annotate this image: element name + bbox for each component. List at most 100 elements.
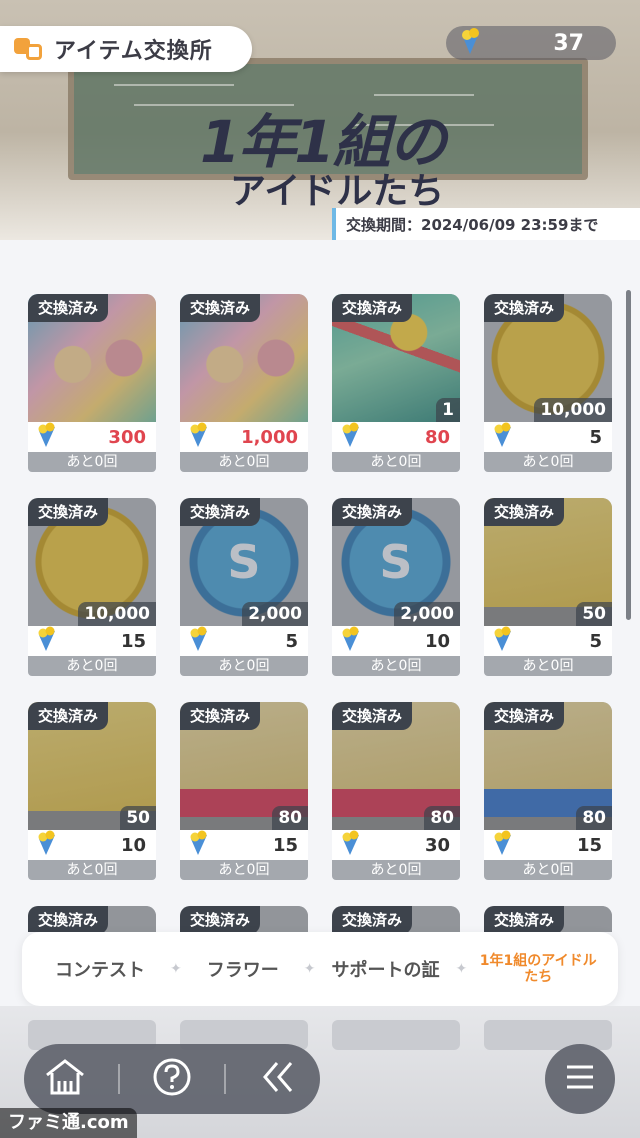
menu-button[interactable] [545, 1044, 615, 1114]
help-button[interactable] [142, 1049, 202, 1109]
exchanged-badge: 交換済み [332, 702, 413, 730]
item-image: 交換済み [180, 906, 308, 932]
item-image: 交換済み 1 [332, 294, 460, 422]
exchange-item-card[interactable]: 交換済み [180, 906, 308, 932]
exchange-item-card[interactable]: 交換済み 1 80 あと0回 [332, 294, 460, 476]
remaining-count: あと0回 [332, 860, 460, 880]
exchanged-badge: 交換済み [28, 294, 109, 322]
category-tab-bar: コンテスト ✦ フラワー ✦ サポートの証 ✦ 1年1組のアイドルたち [22, 932, 618, 1006]
item-image: 交換済み 80 [332, 702, 460, 830]
exchange-item-card[interactable]: 交換済み 80 15 あと0回 [180, 702, 308, 884]
remaining-count: あと0回 [180, 452, 308, 472]
item-price: 5 [180, 626, 308, 656]
exchanged-badge: 交換済み [332, 906, 413, 932]
ice-cream-cone-icon [340, 422, 362, 452]
ice-cream-cone-icon [340, 626, 362, 656]
exchange-item-card[interactable]: 交換済み 300 あと0回 [28, 294, 156, 476]
item-image: 交換済み [28, 294, 156, 422]
item-quantity: 50 [576, 602, 612, 626]
tab-1[interactable]: コンテスト [36, 956, 164, 982]
ice-cream-cone-icon [492, 830, 514, 860]
price-value: 1,000 [241, 426, 298, 448]
item-quantity: 80 [424, 806, 460, 830]
exchanged-badge: 交換済み [484, 906, 565, 932]
exchange-item-card[interactable]: 交換済み [484, 906, 612, 932]
tab-3[interactable]: サポートの証 [321, 956, 449, 982]
item-price: 1,000 [180, 422, 308, 452]
exchange-item-card[interactable]: 交換済み 10,000 15 あと0回 [28, 498, 156, 680]
exchange-item-card[interactable]: 交換済み [28, 906, 156, 932]
ice-cream-cone-icon [458, 27, 484, 59]
item-image: 交換済み 80 [484, 702, 612, 830]
exchange-period: 交換期間：2024/06/09 23:59まで [332, 208, 640, 240]
exchanged-badge: 交換済み [180, 702, 261, 730]
price-value: 10 [120, 834, 146, 856]
item-image: S 交換済み 2,000 [332, 498, 460, 626]
tab-4[interactable]: 1年1組のアイドルたち [473, 953, 603, 985]
item-quantity: 1 [436, 398, 460, 422]
item-quantity: 80 [272, 806, 308, 830]
exchange-item-card[interactable]: 交換済み 80 30 あと0回 [332, 702, 460, 884]
item-price: 10 [332, 626, 460, 656]
exchanged-badge: 交換済み [484, 702, 565, 730]
home-icon [44, 1057, 86, 1101]
exchange-item-card[interactable]: 交換済み [332, 906, 460, 932]
exchanged-badge: 交換済み [180, 906, 261, 932]
exchange-item-card[interactable]: S 交換済み 2,000 10 あと0回 [332, 498, 460, 680]
ice-cream-cone-icon [36, 626, 58, 656]
exchange-item-card[interactable]: 交換済み 50 5 あと0回 [484, 498, 612, 680]
back-button[interactable] [249, 1049, 309, 1109]
remaining-count: あと0回 [180, 860, 308, 880]
event-logo-line2: アイドルたち [230, 171, 445, 212]
item-price: 30 [332, 830, 460, 860]
item-quantity: 50 [120, 806, 156, 830]
ice-cream-cone-icon [492, 626, 514, 656]
tab-separator-icon: ✦ [303, 961, 316, 977]
price-value: 10 [424, 630, 450, 652]
ice-cream-cone-icon [188, 626, 210, 656]
tab-2[interactable]: フラワー [188, 956, 298, 982]
item-price: 300 [28, 422, 156, 452]
ice-cream-cone-icon [340, 830, 362, 860]
remaining-count: あと0回 [484, 860, 612, 880]
exchanged-badge: 交換済み [332, 498, 413, 526]
item-quantity: 2,000 [394, 602, 460, 626]
header-banner: アイテム交換所 37 1年1組の アイドルたち 交換期間：2024/06/09 … [0, 0, 640, 240]
exchange-item-card[interactable]: 交換済み 10,000 5 あと0回 [484, 294, 612, 476]
item-image: 交換済み [484, 906, 612, 932]
exchange-item-card[interactable]: S 交換済み 2,000 5 あと0回 [180, 498, 308, 680]
item-image: 交換済み [332, 906, 460, 932]
remaining-count: あと0回 [332, 452, 460, 472]
ice-cream-cone-icon [188, 422, 210, 452]
item-price: 10 [28, 830, 156, 860]
home-button[interactable] [35, 1049, 95, 1109]
price-value: 5 [589, 426, 602, 448]
tab-separator-icon: ✦ [170, 961, 182, 977]
page-title-pill: アイテム交換所 [0, 26, 252, 72]
price-value: 15 [120, 630, 146, 652]
help-icon [152, 1057, 192, 1101]
nav-divider [117, 1064, 120, 1094]
exchange-icon [14, 34, 44, 64]
price-value: 5 [589, 630, 602, 652]
item-image: 交換済み 10,000 [28, 498, 156, 626]
item-image: 交換済み 50 [28, 702, 156, 830]
remaining-count: あと0回 [28, 860, 156, 880]
item-image: 交換済み [180, 294, 308, 422]
scrollbar[interactable] [626, 290, 631, 620]
price-value: 5 [285, 630, 298, 652]
ice-cream-cone-icon [188, 830, 210, 860]
item-price: 15 [180, 830, 308, 860]
price-value: 30 [424, 834, 450, 856]
exchange-item-card[interactable]: 交換済み 50 10 あと0回 [28, 702, 156, 884]
item-price: 5 [484, 626, 612, 656]
price-value: 80 [424, 426, 450, 448]
item-quantity: 10,000 [78, 602, 156, 626]
ice-cream-cone-icon [492, 422, 514, 452]
exchange-item-card[interactable]: 交換済み 80 15 あと0回 [484, 702, 612, 884]
exchange-item-card[interactable]: 交換済み 1,000 あと0回 [180, 294, 308, 476]
page-title: アイテム交換所 [54, 39, 213, 64]
item-quantity: 80 [576, 806, 612, 830]
remaining-count: あと0回 [180, 656, 308, 676]
exchanged-badge: 交換済み [484, 498, 565, 526]
